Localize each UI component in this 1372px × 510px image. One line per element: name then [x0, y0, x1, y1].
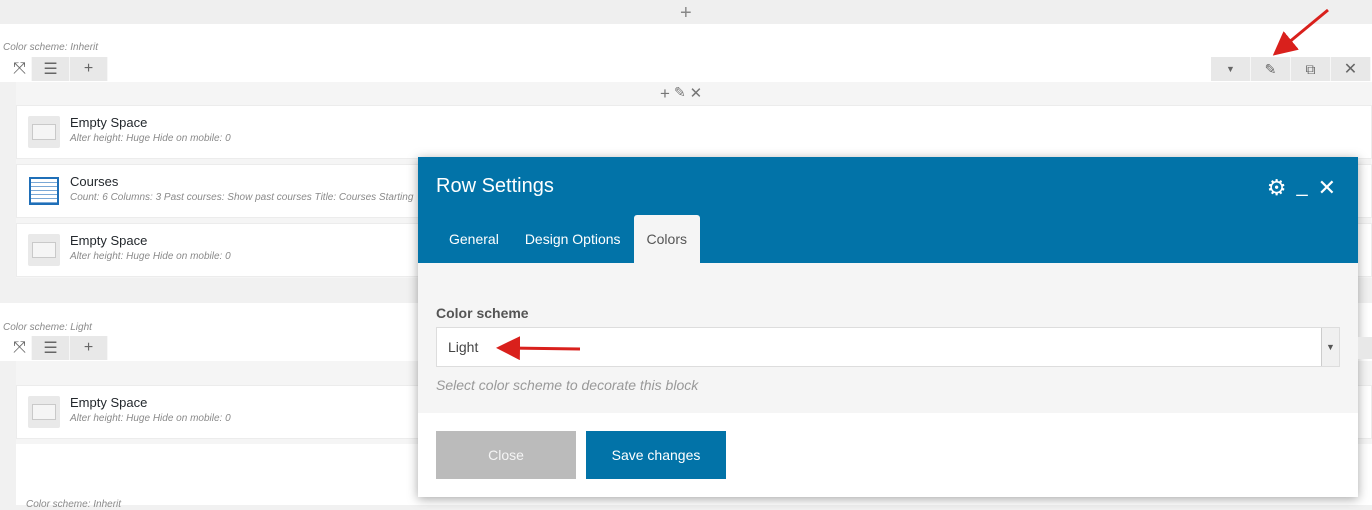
annotation-arrows	[496, 8, 1329, 361]
arrow-to-edit-icon	[1272, 8, 1329, 56]
arrow-to-select	[496, 336, 581, 361]
